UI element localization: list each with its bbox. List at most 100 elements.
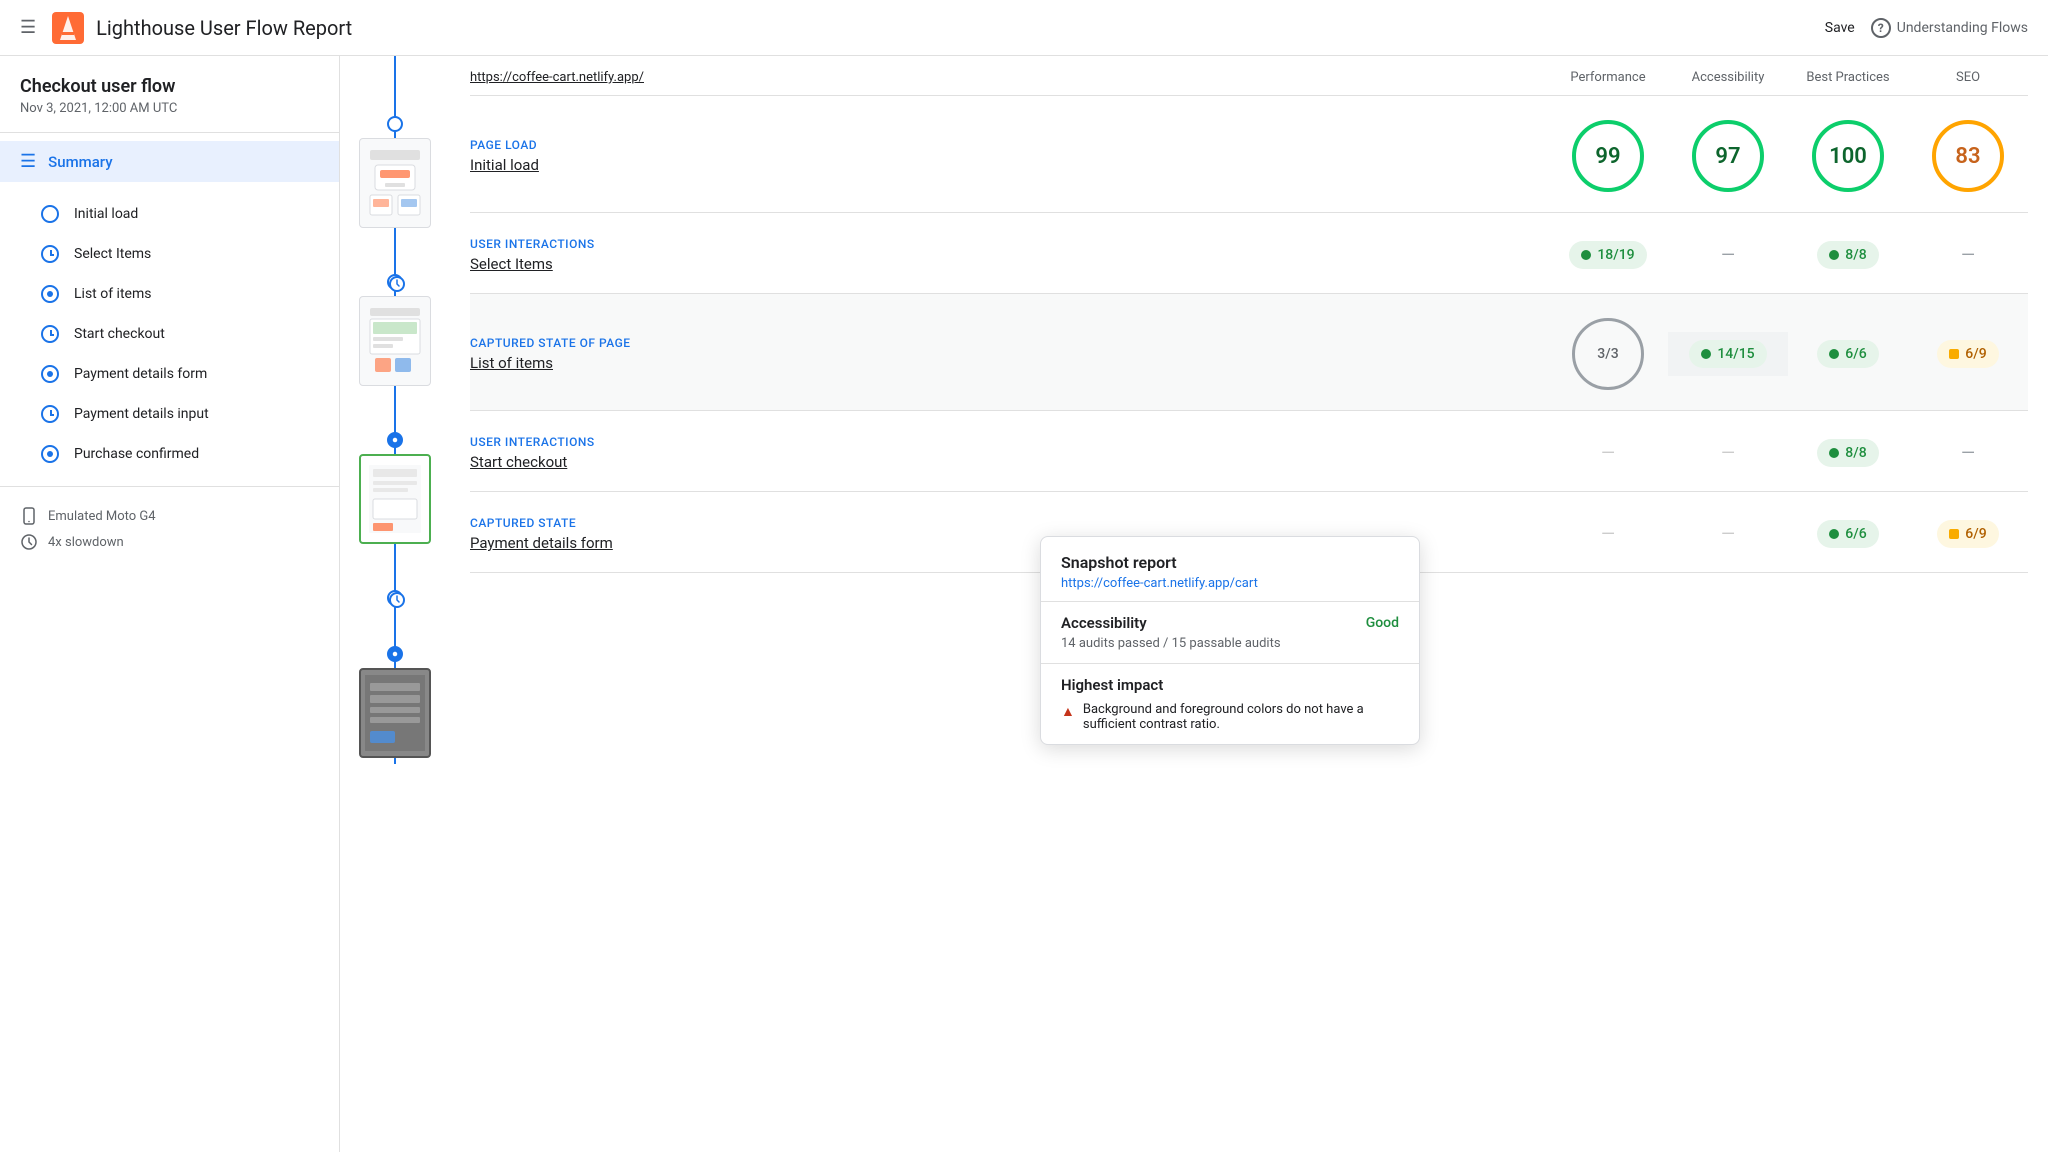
section-name-page-load[interactable]: Initial load	[470, 156, 1548, 174]
main-layout: Checkout user flow Nov 3, 2021, 12:00 AM…	[0, 56, 2048, 1152]
score-row-start-checkout: User interactions Start checkout — —	[470, 435, 2028, 471]
score-row-list-of-items: Captured state of page List of items 3/3…	[470, 318, 2028, 390]
thumbnail-initial-load[interactable]	[359, 138, 431, 228]
save-button[interactable]: Save	[1809, 12, 1871, 44]
bp-score-initial-load: 100	[1788, 120, 1908, 192]
perf-score-list-items: 3/3	[1548, 318, 1668, 390]
perf-badge-18-19: 18/19	[1569, 241, 1646, 269]
flow-title: Checkout user flow	[0, 56, 339, 101]
tooltip-accessibility-header: Accessibility Good	[1061, 614, 1399, 632]
flow-date: Nov 3, 2021, 12:00 AM UTC	[0, 101, 339, 132]
seo-circle-83: 83	[1932, 120, 2004, 192]
summary-label: Summary	[48, 153, 112, 171]
orange-square-2	[1949, 529, 1959, 539]
payment-form-icon	[40, 364, 60, 384]
seo-score-initial-load: 83	[1908, 120, 2028, 192]
bp-circle-100: 100	[1812, 120, 1884, 192]
select-items-icon	[40, 244, 60, 264]
app-title: Lighthouse User Flow Report	[96, 16, 1809, 40]
best-practices-header: Best Practices	[1788, 70, 1908, 85]
section-name-list-of-items[interactable]: List of items	[470, 354, 1548, 372]
section-name-select-items[interactable]: Select Items	[470, 255, 1548, 273]
section-name-start-checkout[interactable]: Start checkout	[470, 453, 1548, 471]
sidebar-footer: Emulated Moto G4 4x slowdown	[0, 486, 339, 571]
bp-score-start-checkout: 8/8	[1788, 439, 1908, 467]
tooltip-url[interactable]: https://coffee-cart.netlify.app/cart	[1061, 576, 1399, 591]
seo-score-payment-form: 6/9	[1908, 520, 2028, 548]
sidebar-item-start-checkout[interactable]: Start checkout	[0, 314, 339, 354]
bp-score-payment-form: 6/6	[1788, 520, 1908, 548]
lighthouse-logo	[52, 12, 84, 44]
thumb-initial-load	[359, 116, 431, 234]
green-dot	[1829, 250, 1839, 260]
green-dot	[1829, 529, 1839, 539]
summary-nav-item[interactable]: ☰ Summary	[0, 141, 339, 182]
section-page-load: Page load Initial load 99 97 100	[470, 96, 2028, 213]
sidebar-item-label: Purchase confirmed	[74, 446, 199, 462]
a11y-score-select-items: —	[1668, 245, 1788, 266]
green-dot	[1829, 448, 1839, 458]
thumbnail-payment-form[interactable]	[359, 668, 431, 758]
sidebar-item-label: Payment details input	[74, 406, 209, 422]
a11y-circle-97: 97	[1692, 120, 1764, 192]
score-row-page-load: Page load Initial load 99 97 100	[470, 120, 2028, 192]
perf-score-payment-form: —	[1548, 524, 1668, 545]
section-type-cs2: Captured state	[470, 516, 1548, 530]
sidebar-item-label: Start checkout	[74, 326, 165, 342]
slowdown-icon	[20, 533, 38, 551]
tooltip-accessibility-section: Accessibility Good 14 audits passed / 15…	[1041, 602, 1419, 663]
a11y-score-initial-load: 97	[1668, 120, 1788, 192]
snapshot-tooltip: Snapshot report https://coffee-cart.netl…	[1040, 536, 1420, 745]
seo-header: SEO	[1908, 70, 2028, 85]
sidebar-item-select-items[interactable]: Select Items	[0, 234, 339, 274]
green-dot	[1581, 250, 1591, 260]
thumbnail-select-items[interactable]	[359, 296, 431, 386]
url-header[interactable]: https://coffee-cart.netlify.app/	[470, 70, 1548, 85]
a11y-score-payment-form: —	[1668, 524, 1788, 545]
timeline-node-list-of-items	[387, 432, 403, 448]
accessibility-status: Good	[1366, 615, 1399, 631]
initial-load-icon	[40, 204, 60, 224]
emulated-device-info: Emulated Moto G4	[20, 503, 319, 529]
bp-badge-6-6: 6/6	[1817, 340, 1878, 368]
section-type-ui2: User interactions	[470, 435, 1548, 449]
sidebar: Checkout user flow Nov 3, 2021, 12:00 AM…	[0, 56, 340, 1152]
perf-score-start-checkout: —	[1548, 443, 1668, 464]
bp-badge-6-6-2: 6/6	[1817, 520, 1878, 548]
device-label: Emulated Moto G4	[48, 509, 156, 524]
impact-item-text: Background and foreground colors do not …	[1083, 702, 1399, 732]
section-user-interactions-1: User interactions Select Items 18/19 —	[470, 213, 2028, 294]
sidebar-item-label: Payment details form	[74, 366, 207, 382]
tooltip-header: Snapshot report https://coffee-cart.netl…	[1041, 537, 1419, 601]
section-type-ui1: User interactions	[470, 237, 1548, 251]
thumb-payment-form	[359, 646, 431, 764]
app-header: ☰ Lighthouse User Flow Report Save ? Und…	[0, 0, 2048, 56]
slowdown-label: 4x slowdown	[48, 535, 124, 550]
sidebar-nav-items: Initial load Select Items List of items …	[0, 182, 339, 486]
help-icon: ?	[1871, 18, 1891, 38]
seo-score-select-items: —	[1908, 245, 2028, 266]
sidebar-item-purchase-confirmed[interactable]: Purchase confirmed	[0, 434, 339, 474]
seo-badge-6-9: 6/9	[1937, 340, 1998, 368]
mobile-icon	[20, 507, 38, 525]
timeline-node-start-checkout	[387, 590, 403, 606]
section-captured-state-1: Captured state of page List of items 3/3…	[470, 294, 2028, 411]
perf-score-select-items: 18/19	[1548, 241, 1668, 269]
sidebar-item-list-of-items[interactable]: List of items	[0, 274, 339, 314]
seo-score-start-checkout: —	[1908, 443, 2028, 464]
orange-square	[1949, 349, 1959, 359]
bp-score-select-items: 8/8	[1788, 241, 1908, 269]
perf-score-initial-load: 99	[1548, 120, 1668, 192]
start-checkout-label-area: User interactions Start checkout	[470, 435, 1548, 471]
sidebar-item-initial-load[interactable]: Initial load	[0, 194, 339, 234]
a11y-badge-14-15: 14/15	[1689, 340, 1766, 368]
sidebar-item-payment-details-form[interactable]: Payment details form	[0, 354, 339, 394]
menu-icon[interactable]: ☰	[20, 17, 36, 38]
thumbnail-list-of-items[interactable]	[359, 454, 431, 544]
understanding-flows-link[interactable]: ? Understanding Flows	[1871, 18, 2028, 38]
impact-item: ▲ Background and foreground colors do no…	[1061, 702, 1399, 732]
accessibility-desc: 14 audits passed / 15 passable audits	[1061, 636, 1399, 651]
sidebar-item-payment-details-input[interactable]: Payment details input	[0, 394, 339, 434]
sidebar-item-label: Initial load	[74, 206, 138, 222]
impact-title: Highest impact	[1061, 676, 1399, 694]
